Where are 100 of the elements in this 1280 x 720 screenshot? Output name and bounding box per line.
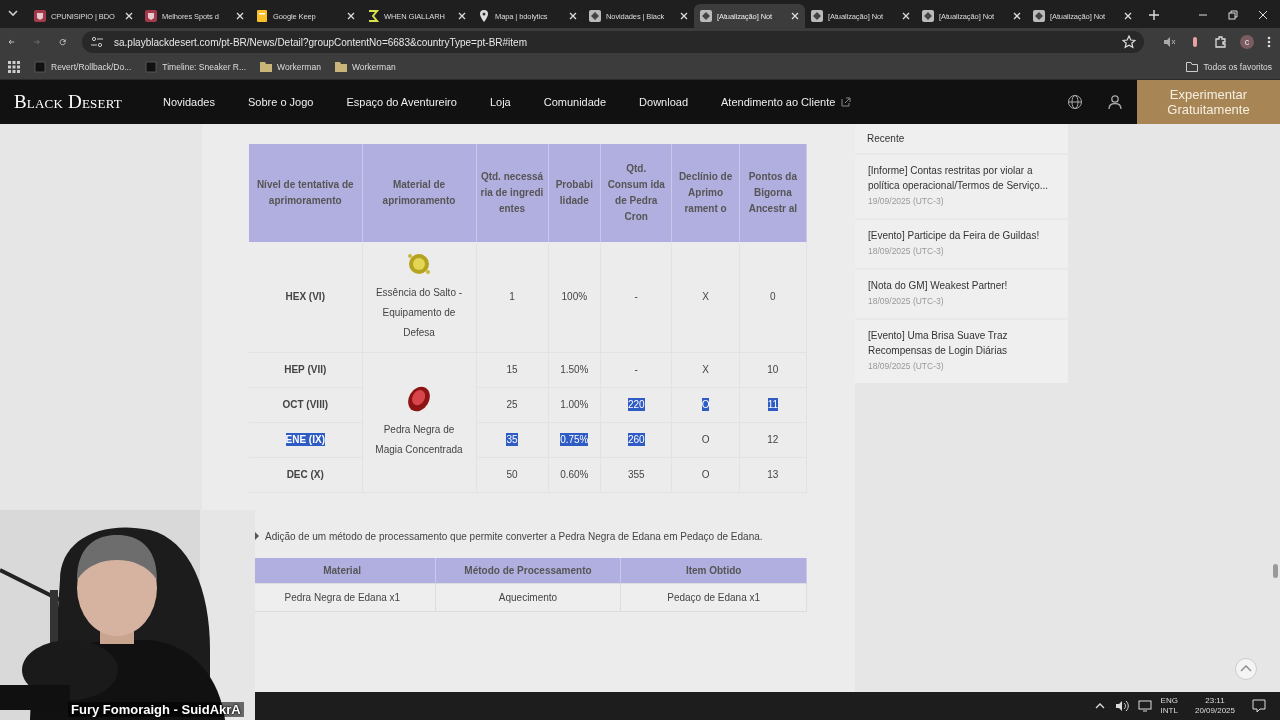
nav-link[interactable]: Novidades (163, 96, 215, 108)
site-logo[interactable]: Black Desert (14, 91, 149, 113)
column-header: Qtd. Consum ida de Pedra Cron (600, 144, 672, 242)
column-header: Qtd. necessá ria de ingredi entes (476, 144, 548, 242)
site-info-icon[interactable] (90, 35, 104, 49)
profile-avatar[interactable]: c (1240, 35, 1254, 49)
news-date: 18/09/2025 (UTC-3) (868, 246, 945, 256)
scrollbar[interactable] (1273, 564, 1278, 578)
table-cell: 10 (767, 363, 779, 376)
table-cell: DEC (X) (286, 468, 324, 481)
bookmark[interactable]: Timeline: Sneaker R... (145, 60, 247, 73)
folder-icon (1186, 61, 1199, 72)
diamond-icon (699, 9, 713, 23)
language-indicator[interactable]: ENG INTL (1160, 696, 1178, 716)
diamond-icon (810, 9, 824, 23)
table-cell: 355 (627, 468, 645, 481)
star-icon[interactable] (1122, 35, 1136, 49)
news-item[interactable]: [Informe] Contas restritas por violar a política operacional/Termos de Serviço... 19/09/2025 (UTC-3) (855, 155, 1068, 218)
nav-link[interactable]: Sobre o Jogo (248, 96, 314, 108)
table-cell: - (634, 363, 638, 376)
close-icon[interactable] (346, 11, 356, 21)
table-cell: 35 (506, 433, 518, 446)
table-cell: Aquecimento (435, 583, 621, 612)
close-icon[interactable] (568, 11, 578, 21)
close-icon[interactable] (679, 11, 689, 21)
material-name: Pedra Negra de Magia Concentrada (374, 423, 464, 457)
crest-icon (144, 9, 158, 23)
news-item[interactable]: [Nota do GM] Weakest Partner! 18/09/2025 (UTC-3) (855, 270, 1068, 318)
close-icon[interactable] (790, 11, 800, 21)
column-header: Probabi lidade (548, 144, 601, 242)
puzzle-icon[interactable] (1214, 35, 1228, 49)
close-icon[interactable] (1012, 11, 1022, 21)
address-bar[interactable]: sa.playblackdesert.com/pt-BR/News/Detail?groupContentNo=6683&countryType=pt-BR#item (82, 31, 1144, 53)
page-icon (34, 60, 46, 73)
table-cell: 220 (627, 398, 645, 411)
table-cell: HEP (VII) (284, 363, 327, 376)
hook-icon (366, 9, 380, 23)
nav-link[interactable]: Download (639, 96, 688, 108)
bookmark[interactable]: Workerman (334, 61, 396, 72)
stone-icon (406, 384, 432, 414)
nav-link[interactable]: Comunidade (543, 96, 607, 108)
notification-icon[interactable] (1252, 699, 1266, 713)
folder-icon (260, 61, 273, 72)
table-cell: 25 (506, 398, 518, 411)
close-icon[interactable] (457, 11, 467, 21)
close-icon[interactable] (1123, 11, 1133, 21)
news-item[interactable]: [Evento] Uma Brisa Suave Traz Recompensas de Login Diárias 18/09/2025 (UTC-3) (855, 320, 1068, 383)
news-date: 19/09/2025 (UTC-3) (868, 196, 945, 206)
column-header: Item Obtido (620, 557, 807, 584)
table-cell: 0.60% (560, 468, 589, 481)
table-cell: 0.75% (560, 433, 589, 446)
column-header: Material de aprimoramento (362, 144, 476, 242)
close-icon[interactable] (901, 11, 911, 21)
column-header: Nível de tentativa de aprimoramento (249, 144, 362, 242)
table-cell: X (702, 290, 709, 304)
bookmark[interactable]: Revert/Rollback/Do... (34, 60, 132, 73)
close-icon[interactable] (235, 11, 245, 21)
table-cell: O (701, 398, 710, 411)
table-cell: 0 (770, 290, 776, 304)
table-cell: 12 (767, 433, 779, 446)
note-icon (255, 9, 269, 23)
muted-speaker-icon[interactable] (1162, 35, 1176, 49)
table-cell: 13 (767, 468, 779, 481)
column-header: Método de Processamento (435, 557, 621, 584)
table-cell: O (701, 468, 710, 481)
network-icon[interactable] (1137, 700, 1152, 712)
table-cell: ENE (IX) (285, 433, 325, 446)
table-cell: 1.50% (560, 363, 589, 376)
close-icon[interactable] (124, 11, 134, 21)
material-name: Essência do Salto - Equipamento de Defesa (374, 285, 464, 340)
table-cell: Pedaço de Edana x1 (620, 583, 807, 612)
table-cell: 50 (506, 468, 518, 481)
column-header: Pontos da Bigorna Ancestr al (739, 144, 807, 242)
news-date: 18/09/2025 (UTC-3) (868, 296, 945, 306)
apps-icon[interactable] (8, 60, 20, 73)
globe-icon[interactable] (1067, 94, 1083, 110)
user-icon[interactable] (1107, 94, 1123, 110)
close-icon[interactable] (1258, 10, 1268, 20)
webcam-caption: Fury Fomoraigh - SuidAkrA (68, 702, 244, 717)
table-cell: 260 (627, 433, 645, 446)
bookmark[interactable]: Workerman (260, 61, 321, 72)
news-title: [Evento] Participe da Feira de Guildas! (868, 229, 1041, 243)
clock[interactable]: 23:11 20/09/2025 (1194, 696, 1235, 716)
table-cell: 100% (561, 290, 588, 304)
table-cell: 15 (506, 363, 518, 376)
table-cell: HEX (VI) (285, 290, 325, 304)
nav-link[interactable]: Espaço do Aventureiro (346, 96, 457, 108)
nav-link[interactable]: Atendimento ao Cliente (721, 96, 852, 108)
news-item[interactable]: [Evento] Participe da Feira de Guildas! 18/09/2025 (UTC-3) (855, 220, 1068, 268)
speaker-icon[interactable] (1114, 700, 1129, 712)
column-header: Declínio de Aprimo rament o (671, 144, 740, 242)
all-bookmarks[interactable]: Todos os favoritos (1186, 61, 1272, 72)
menu-icon[interactable] (1266, 35, 1272, 49)
restore-icon[interactable] (1228, 10, 1238, 20)
diamond-icon (921, 9, 935, 23)
nav-link[interactable]: Loja (489, 96, 511, 108)
new-tab-icon[interactable] (1148, 9, 1160, 21)
news-date: 18/09/2025 (UTC-3) (868, 361, 945, 371)
sidebar-title: Recente (855, 124, 1068, 153)
note-text: Adição de um método de processamento que permite converter a Pedra Negra de Edana em Pedaço de Edana. (265, 530, 763, 542)
